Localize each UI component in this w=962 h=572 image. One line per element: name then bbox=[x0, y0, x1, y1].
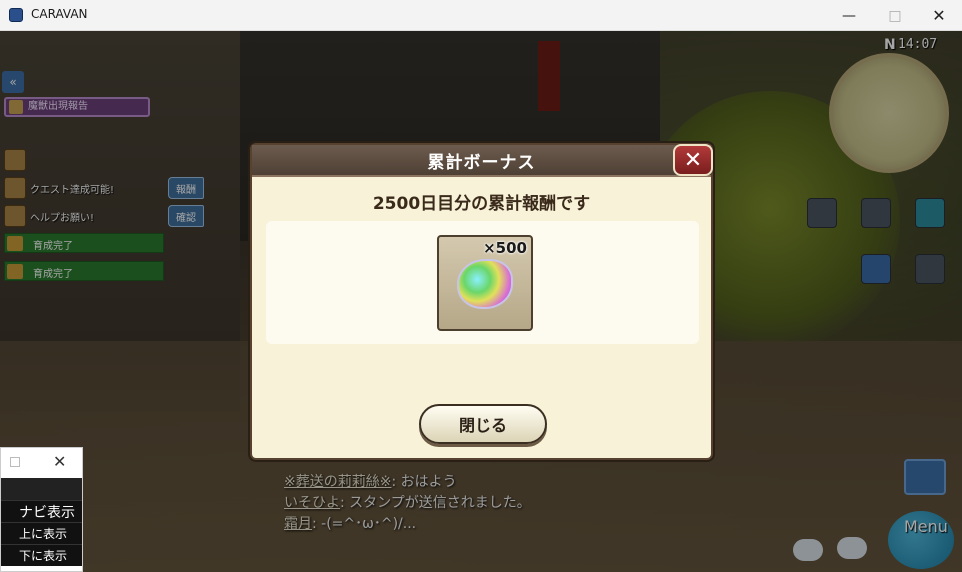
app-icon bbox=[9, 8, 23, 22]
cumulative-bonus-dialog: 累計ボーナス ✕ 2500日目分の累計報酬です ×500 閉じる bbox=[250, 143, 713, 460]
rainbow-gem-icon bbox=[457, 259, 513, 309]
nav-show-button[interactable]: ナビ表示 bbox=[1, 500, 82, 522]
close-dialog-button[interactable]: 閉じる bbox=[419, 404, 547, 444]
minimize-button[interactable]: — bbox=[826, 0, 872, 31]
show-top-button[interactable]: 上に表示 bbox=[1, 522, 82, 544]
navigation-window-titlebar: ✕ bbox=[1, 448, 82, 478]
maximize-button[interactable]: □ bbox=[872, 0, 918, 31]
dialog-title: 累計ボーナス bbox=[427, 152, 536, 173]
reward-item[interactable]: ×500 bbox=[437, 235, 533, 331]
show-bottom-button[interactable]: 下に表示 bbox=[1, 544, 82, 566]
dialog-message: 2500日目分の累計報酬です bbox=[372, 194, 591, 214]
close-window-button[interactable]: ✕ bbox=[916, 0, 962, 31]
reward-panel: ×500 bbox=[266, 221, 699, 344]
navigation-minimize-button[interactable] bbox=[10, 457, 20, 467]
navigation-spacer bbox=[1, 478, 82, 500]
dialog-header: 累計ボーナス bbox=[252, 145, 711, 177]
window-titlebar: CARAVAN — □ ✕ bbox=[0, 0, 962, 31]
navigation-window: ✕ ナビ表示 上に表示 下に表示 bbox=[0, 447, 83, 572]
window-title: CARAVAN bbox=[31, 7, 88, 21]
reward-count: ×500 bbox=[483, 239, 527, 257]
navigation-close-button[interactable]: ✕ bbox=[53, 452, 66, 471]
close-icon[interactable]: ✕ bbox=[673, 144, 713, 176]
